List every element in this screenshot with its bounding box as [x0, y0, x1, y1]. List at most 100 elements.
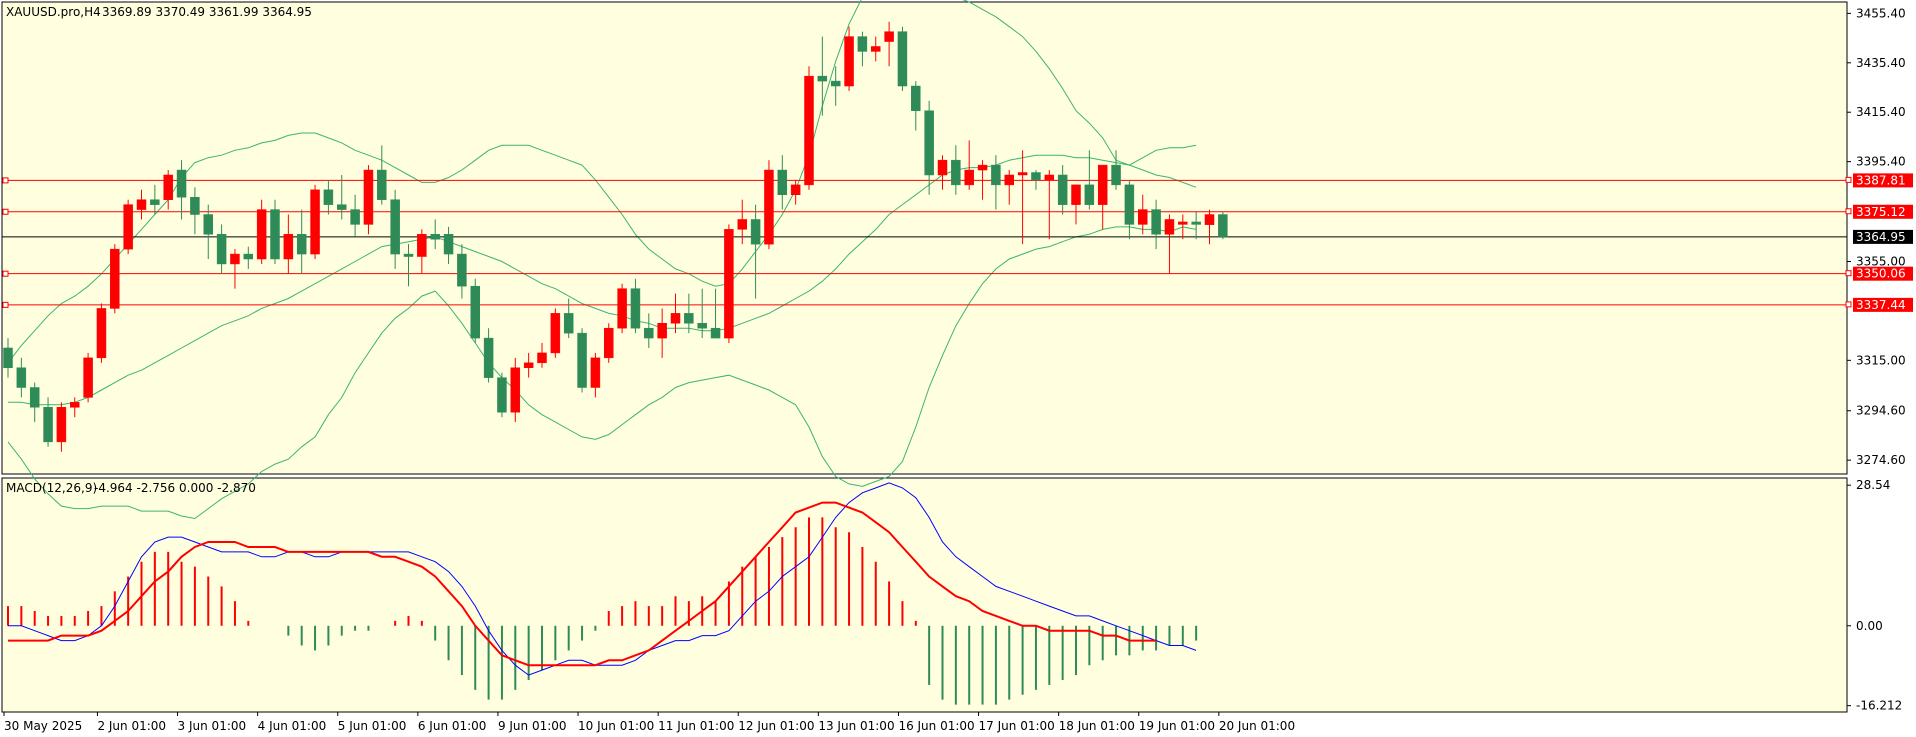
- candle-body: [937, 159, 948, 176]
- candle-body: [1178, 221, 1188, 225]
- candle-body: [350, 209, 360, 225]
- candle-body: [911, 85, 921, 111]
- time-tick-label: 9 Jun 01:00: [498, 719, 567, 733]
- level-handle[interactable]: [1845, 176, 1852, 183]
- candle-body: [56, 407, 67, 443]
- candle-body: [230, 253, 240, 265]
- level-handle[interactable]: [1845, 301, 1852, 308]
- candle-body: [897, 31, 908, 87]
- candle-body: [1071, 184, 1081, 205]
- price-tick-label: 3435.40: [1856, 56, 1906, 70]
- candle-body: [884, 31, 894, 42]
- price-tick-label: 3315.00: [1856, 353, 1906, 367]
- candle-body: [737, 219, 747, 230]
- candle-body: [1111, 164, 1121, 186]
- macd-panel: [1, 477, 1848, 713]
- candle-body: [3, 347, 13, 368]
- candle-body: [1164, 219, 1175, 235]
- candle-body: [497, 377, 507, 413]
- time-tick-label: 12 Jun 01:00: [738, 719, 814, 733]
- candle-body: [590, 357, 601, 388]
- candle-body: [256, 209, 267, 260]
- time-tick-label: 3 Jun 01:00: [178, 719, 247, 733]
- candle-body: [857, 36, 868, 52]
- candle-body: [337, 204, 347, 210]
- candle-body: [1044, 174, 1055, 181]
- level-handle[interactable]: [2, 177, 9, 184]
- price-tick-label: 3455.40: [1856, 6, 1906, 20]
- level-price-label: 3337.44: [1856, 298, 1906, 312]
- candle-body: [924, 110, 934, 176]
- candle-body: [96, 308, 107, 359]
- candle-body: [577, 332, 587, 388]
- candle-body: [377, 169, 387, 200]
- candle-body: [830, 80, 841, 87]
- candle-body: [110, 248, 120, 309]
- candle-body: [1057, 174, 1068, 205]
- time-tick-label: 18 Jun 01:00: [1059, 719, 1135, 733]
- time-tick-label: 4 Jun 01:00: [258, 719, 327, 733]
- candle-body: [296, 234, 307, 255]
- candle-body: [29, 387, 40, 408]
- level-handle[interactable]: [1845, 208, 1852, 215]
- candle-body: [951, 159, 961, 186]
- candle-body: [203, 214, 213, 235]
- candle-body: [123, 204, 133, 250]
- macd-tick-label: -16.212: [1856, 699, 1902, 713]
- candle-body: [390, 199, 400, 255]
- candle-body: [510, 367, 521, 413]
- candle-body: [724, 229, 734, 339]
- time-tick-label: 11 Jun 01:00: [658, 719, 734, 733]
- candle-body: [483, 337, 494, 378]
- candle-body: [1138, 209, 1148, 225]
- time-tick-label: 10 Jun 01:00: [578, 719, 654, 733]
- chart-window[interactable]: { "chart_data": [ { "type": "candlestick…: [0, 0, 1916, 737]
- candle-body: [710, 327, 721, 339]
- candle-body: [1017, 172, 1028, 176]
- candle-body: [403, 253, 414, 257]
- candle-body: [310, 189, 320, 255]
- time-tick-label: 30 May 2025: [4, 719, 82, 733]
- candle-body: [657, 323, 667, 339]
- candle-body: [190, 196, 200, 215]
- candle-body: [991, 164, 1001, 186]
- candle-body: [630, 288, 641, 329]
- candle-body: [764, 169, 774, 245]
- level-price-label: 3375.12: [1856, 205, 1906, 219]
- candle-body: [964, 169, 974, 186]
- candle-body: [697, 323, 707, 329]
- candle-body: [70, 402, 80, 408]
- candle-body: [777, 169, 788, 196]
- candle-body: [1004, 174, 1014, 186]
- current-price-label: 3364.95: [1856, 230, 1906, 244]
- price-tick-label: 3274.60: [1856, 453, 1906, 467]
- candle-body: [617, 288, 627, 329]
- macd-readout: -4.964 -2.756 0.000 -2.870: [94, 481, 256, 495]
- candle-body: [750, 219, 761, 245]
- candle-body: [470, 285, 480, 339]
- candle-body: [804, 75, 814, 186]
- candle-body: [417, 234, 427, 257]
- level-handle[interactable]: [1845, 270, 1852, 277]
- macd-tick-label: 28.54: [1856, 478, 1890, 492]
- price-tick-label: 3415.40: [1856, 105, 1906, 119]
- time-tick-label: 20 Jun 01:00: [1219, 719, 1295, 733]
- candle-body: [871, 46, 881, 52]
- time-tick-label: 2 Jun 01:00: [97, 719, 166, 733]
- candle-body: [790, 184, 801, 196]
- time-tick-label: 13 Jun 01:00: [818, 719, 894, 733]
- candle-body: [1151, 209, 1161, 235]
- macd-tick-label: 0.00: [1856, 619, 1883, 633]
- level-handle[interactable]: [2, 301, 9, 308]
- time-tick-label: 6 Jun 01:00: [418, 719, 487, 733]
- chart-canvas[interactable]: 3455.403435.403415.403395.403355.003315.…: [0, 0, 1916, 737]
- ohlc-readout: 3369.89 3370.49 3361.99 3364.95: [102, 5, 312, 19]
- level-handle[interactable]: [2, 270, 9, 277]
- candle-body: [1084, 184, 1095, 205]
- candle-body: [670, 313, 681, 324]
- macd-title: MACD(12,26,9): [6, 481, 97, 495]
- candle-body: [216, 234, 227, 265]
- candle-body: [1124, 184, 1135, 225]
- candle-body: [563, 313, 574, 334]
- level-handle[interactable]: [2, 208, 9, 215]
